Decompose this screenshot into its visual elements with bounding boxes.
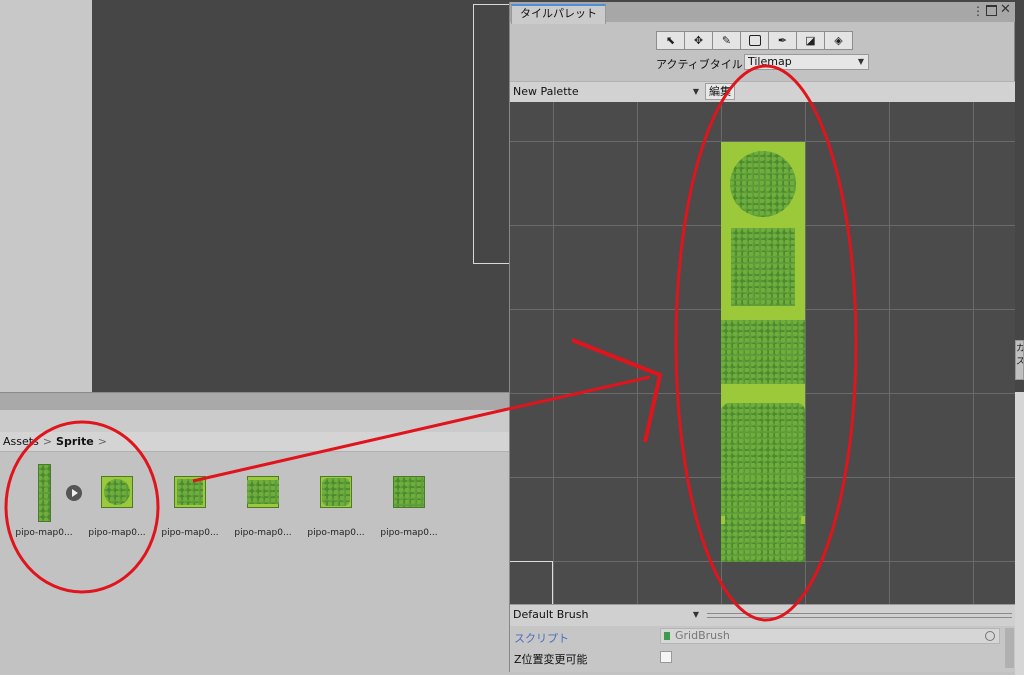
- annotation-ellipse-tiles: [674, 64, 858, 622]
- annotation-arrow-line: [507, 375, 651, 411]
- annotation-arrow-line: [192, 407, 509, 483]
- annotation-overlay: [4, 64, 858, 622]
- annotation-circle-assets: [4, 420, 160, 594]
